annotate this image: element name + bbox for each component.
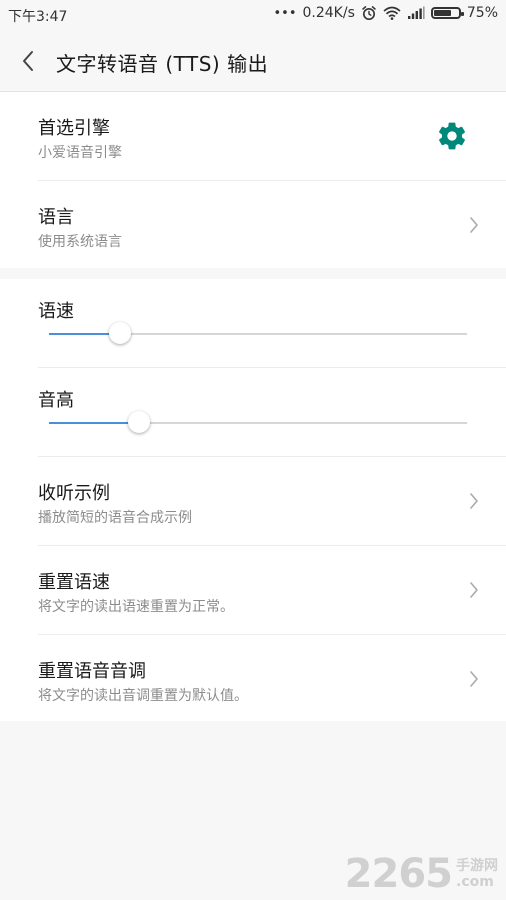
action-bar: 文字转语音 (TTS) 输出 (0, 30, 506, 92)
pitch-row: 音高 (0, 368, 506, 456)
reset-speech-rate-row[interactable]: 重置语速 将文字的读出语速重置为正常。 (0, 546, 506, 634)
preferred-engine-row[interactable]: 首选引擎 小爱语音引擎 (0, 92, 506, 180)
speech-settings-group: 语速 音高 收听示例 播放简短的语音合成示例 重置语速 将文字的读出语速重置为正… (0, 279, 506, 721)
chevron-right-icon (466, 215, 482, 235)
pitch-thumb[interactable] (127, 411, 150, 433)
wifi-icon (383, 6, 401, 20)
listen-example-row[interactable]: 收听示例 播放简短的语音合成示例 (0, 457, 506, 545)
chevron-left-icon (23, 51, 33, 71)
chevron-right-icon (466, 669, 482, 689)
reset-pitch-row[interactable]: 重置语音音调 将文字的读出音调重置为默认值。 (0, 635, 506, 721)
pitch-slider[interactable] (49, 411, 467, 433)
alarm-icon (361, 5, 377, 21)
speech-rate-title: 语速 (38, 301, 74, 322)
language-title: 语言 (38, 207, 74, 228)
chevron-right-icon (466, 491, 482, 511)
language-subtitle: 使用系统语言 (38, 234, 122, 250)
speech-rate-slider[interactable] (49, 322, 467, 344)
pitch-fill (49, 422, 139, 424)
engine-settings-group: 首选引擎 小爱语音引擎 语言 使用系统语言 (0, 92, 506, 268)
speech-rate-row: 语速 (0, 279, 506, 367)
battery-icon (430, 7, 464, 19)
language-row[interactable]: 语言 使用系统语言 (0, 181, 506, 268)
status-time: 下午3:47 (8, 9, 68, 25)
more-dots: ••• (273, 5, 297, 21)
status-icons: ••• 0.24K/s 75% (273, 5, 498, 21)
watermark-text-bottom: .com (456, 873, 494, 890)
gear-icon[interactable] (436, 120, 468, 152)
status-bar: 下午3:47 ••• 0.24K/s 75% (0, 0, 506, 30)
pitch-title: 音高 (38, 390, 74, 411)
preferred-engine-title: 首选引擎 (38, 118, 110, 139)
page-title: 文字转语音 (TTS) 输出 (56, 52, 269, 76)
network-speed: 0.24K/s (302, 5, 355, 21)
watermark-text-top: 手游网 (456, 858, 498, 875)
speech-rate-thumb[interactable] (109, 322, 132, 344)
watermark-number: 2265 (344, 851, 453, 897)
chevron-right-icon (466, 580, 482, 600)
listen-example-subtitle: 播放简短的语音合成示例 (38, 510, 192, 526)
watermark-logo: 2265 手游网 .com (345, 854, 498, 894)
reset-speech-rate-subtitle: 将文字的读出语速重置为正常。 (38, 599, 234, 615)
battery-percent: 75% (466, 5, 498, 21)
preferred-engine-subtitle: 小爱语音引擎 (38, 145, 122, 161)
watermark-text: 手游网 .com (456, 858, 498, 890)
back-button[interactable] (14, 47, 42, 75)
reset-speech-rate-title: 重置语速 (38, 572, 110, 593)
reset-pitch-title: 重置语音音调 (38, 661, 146, 682)
signal-icon (407, 6, 425, 20)
listen-example-title: 收听示例 (38, 483, 110, 504)
reset-pitch-subtitle: 将文字的读出音调重置为默认值。 (38, 688, 248, 704)
